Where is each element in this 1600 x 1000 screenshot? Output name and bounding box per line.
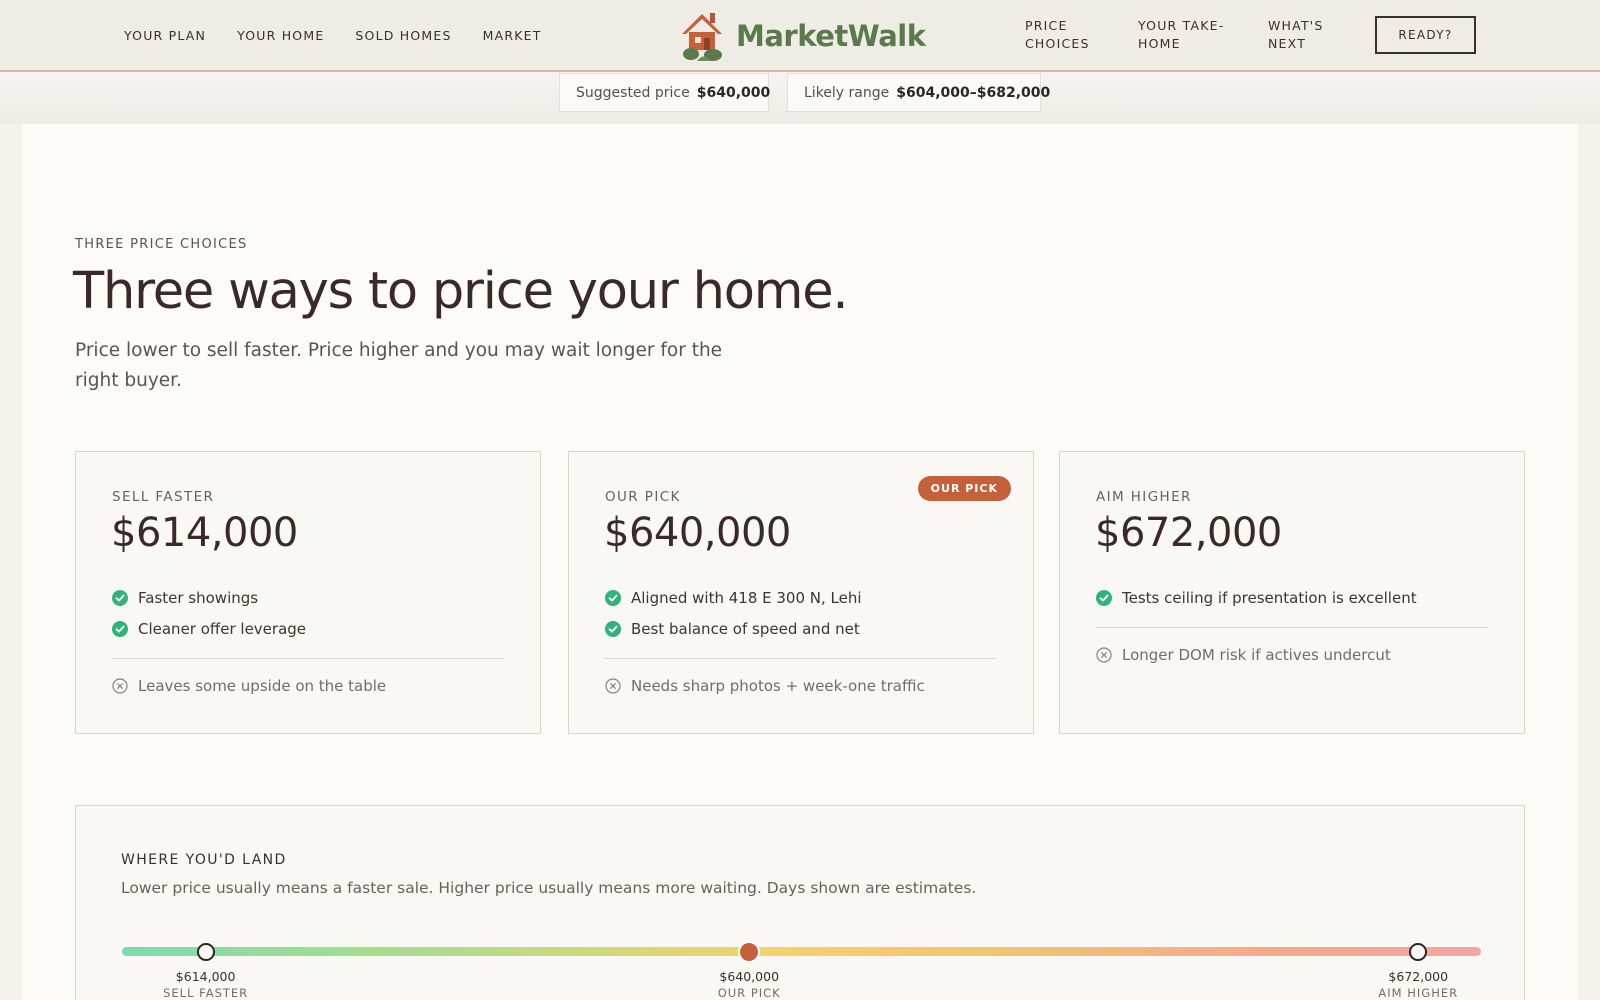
x-circle-icon [112,678,128,694]
card-divider [1096,627,1488,628]
x-circle-icon [1096,647,1112,663]
pro-item: Cleaner offer leverage [112,613,306,644]
x-circle-icon [605,678,621,694]
pro-text: Faster showings [138,588,259,607]
top-navigation: YOUR PLAN YOUR HOME SOLD HOMES MARKET Ma… [0,0,1600,72]
nav-link-your-home[interactable]: YOUR HOME [237,28,324,43]
our-pick-badge: OUR PICK [917,476,1011,501]
likely-range-label: Likely range [804,84,890,101]
ready-button[interactable]: READY? [1375,16,1476,54]
land-subtitle: Lower price usually means a faster sale.… [121,879,977,897]
where-youd-land-panel: WHERE YOU'D LAND Lower price usually mea… [75,805,1525,1000]
pro-item: Tests ceiling if presentation is excelle… [1096,582,1417,613]
con-text: Leaves some upside on the table [138,677,387,695]
price-summary-bar: Suggested price $640,000 Likely range $6… [0,72,1600,124]
price-card-aim-higher[interactable]: AIM HIGHER $672,000 Tests ceiling if pre… [1059,451,1525,734]
nav-link-line: YOUR TAKE- [1138,18,1225,33]
con-text: Longer DOM risk if actives undercut [1122,646,1391,664]
marker-label: $672,000 AIM HIGHER [1378,969,1458,1000]
marker-name: OUR PICK [717,986,781,1000]
nav-link-sold-homes[interactable]: SOLD HOMES [355,28,451,43]
nav-link-line: CHOICES [1025,36,1090,51]
suggested-price-value: $640,000 [696,84,771,101]
house-logo-icon [682,13,722,61]
price-speed-track [122,947,1481,956]
pro-text: Best balance of speed and net [631,619,860,638]
con-item: Longer DOM risk if actives undercut [1096,646,1391,664]
check-circle-icon [112,620,128,637]
marker-label: $614,000 SELL FASTER [163,969,248,1000]
card-label: AIM HIGHER [1096,489,1192,505]
nav-link-your-plan[interactable]: YOUR PLAN [124,28,206,43]
pro-item: Faster showings [112,582,306,613]
card-divider [112,658,504,659]
marker-label: $640,000 OUR PICK [718,969,781,1000]
pro-item: Aligned with 418 E 300 N, Lehi [605,582,862,613]
card-divider [605,658,997,659]
card-price: $672,000 [1095,510,1282,556]
nav-link-line: NEXT [1268,36,1307,51]
card-price: $614,000 [111,510,298,556]
check-circle-icon [605,589,621,606]
price-card-our-pick[interactable]: OUR PICK OUR PICK $640,000 Aligned with … [568,451,1034,734]
nav-link-price-choices[interactable]: PRICE CHOICES [1025,17,1138,53]
nav-link-whats-next[interactable]: WHAT'S NEXT [1268,17,1348,53]
brand-name: MarketWalk [736,19,926,53]
suggested-price-pill: Suggested price $640,000 [559,73,771,112]
marker-price: $640,000 [719,969,780,984]
card-label: OUR PICK [605,489,681,505]
nav-left-links: YOUR PLAN YOUR HOME SOLD HOMES MARKET [124,0,573,70]
nav-link-line: PRICE [1025,18,1068,33]
section-eyebrow: THREE PRICE CHOICES [75,237,248,252]
pro-text: Cleaner offer leverage [138,619,307,638]
nav-link-your-take-home[interactable]: YOUR TAKE- HOME [1138,17,1268,53]
nav-link-line: HOME [1138,36,1181,51]
marker-name: AIM HIGHER [1378,986,1459,1000]
pros-list: Tests ceiling if presentation is excelle… [1096,582,1417,613]
pro-text: Tests ceiling if presentation is excelle… [1122,588,1417,607]
nav-link-line: WHAT'S [1268,18,1324,33]
page-subtitle: Price lower to sell faster. Price higher… [75,340,723,391]
con-text: Needs sharp photos + week-one traffic [631,677,925,695]
con-item: Leaves some upside on the table [112,677,386,695]
price-marker-0[interactable] [196,942,215,961]
price-marker-2[interactable] [1409,942,1428,961]
card-label: SELL FASTER [112,489,215,505]
price-card-sell-faster[interactable]: SELL FASTER $614,000 Faster showings Cle… [75,451,541,734]
card-price: $640,000 [604,510,791,556]
nav-link-market[interactable]: MARKET [483,28,542,43]
check-circle-icon [112,589,128,606]
con-item: Needs sharp photos + week-one traffic [605,677,925,695]
brand-logo[interactable]: MarketWalk [680,10,926,62]
nav-right-links: PRICE CHOICES YOUR TAKE- HOME WHAT'S NEX… [1025,0,1348,70]
marker-price: $614,000 [175,969,236,984]
land-title: WHERE YOU'D LAND [121,852,287,868]
check-circle-icon [1096,589,1112,606]
marker-name: SELL FASTER [163,986,249,1000]
price-marker-1[interactable] [738,940,761,963]
page-title: Three ways to price your home. [73,262,849,321]
marker-price: $672,000 [1388,969,1449,984]
pros-list: Faster showings Cleaner offer leverage [112,582,306,644]
likely-range-pill: Likely range $604,000–$682,000 [787,73,1050,112]
pro-text: Aligned with 418 E 300 N, Lehi [631,588,862,607]
check-circle-icon [605,620,621,637]
likely-range-value: $604,000–$682,000 [896,84,1051,101]
pros-list: Aligned with 418 E 300 N, Lehi Best bala… [605,582,862,644]
pro-item: Best balance of speed and net [605,613,862,644]
suggested-price-label: Suggested price [576,84,690,101]
